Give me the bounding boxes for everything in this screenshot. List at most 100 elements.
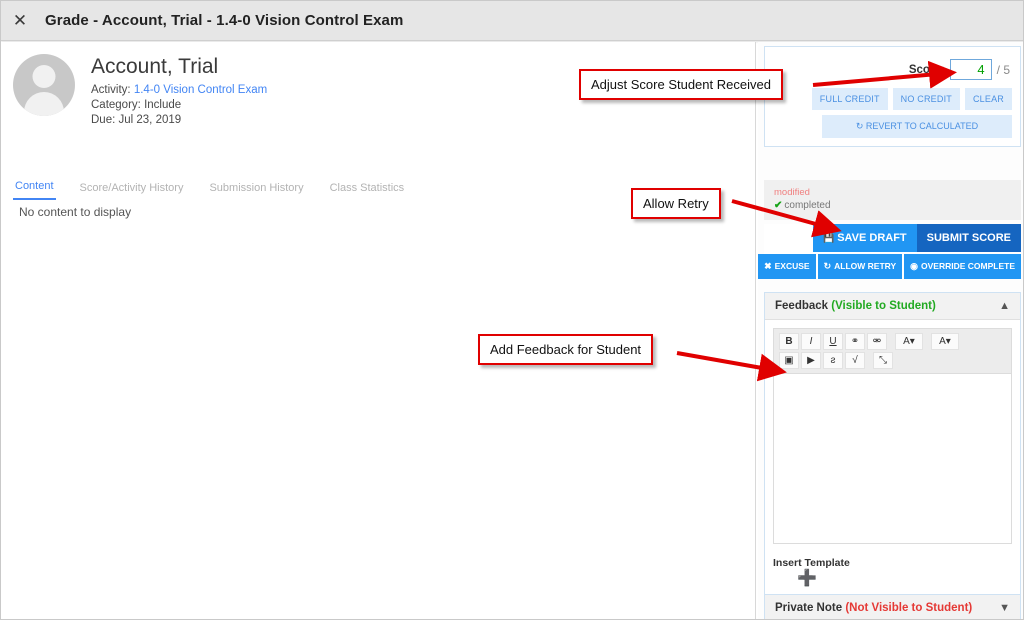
submit-score-button[interactable]: SUBMIT SCORE [916,224,1021,252]
tab-class-statistics[interactable]: Class Statistics [328,180,407,200]
toolbar-divider [889,333,893,350]
underline-glyph: U [829,335,837,347]
activity-link[interactable]: 1.4-0 Vision Control Exam [134,84,267,96]
image-glyph: ▣ [784,354,794,366]
feedback-visibility-badge: (Visible to Student) [831,300,936,312]
italic-glyph: I [809,335,813,347]
tab-score-activity-history[interactable]: Score/Activity History [78,180,186,200]
score-row: Score: / 5 [773,55,1012,88]
unlink-icon[interactable]: ⚮ [867,333,887,350]
due-label: Due: [91,114,116,127]
category-value: Include [144,99,182,112]
annotation-add-feedback: Add Feedback for Student [478,334,654,365]
refresh-icon: ↻ [855,121,864,131]
insert-image-icon[interactable]: ▣ [779,352,799,369]
tab-content[interactable]: Content [13,178,56,200]
category-row: Category: Include [91,98,267,113]
annotation-allow-retry: Allow Retry [631,188,721,219]
mic-glyph: ƨ [830,354,836,366]
score-card: Score: / 5 FULL CREDIT NO CREDIT CLEAR ↻… [764,46,1021,147]
tab-bar: Content Score/Activity History Submissio… [13,178,406,200]
override-complete-label: OVERRIDE COMPLETE [921,261,1015,271]
override-complete-button[interactable]: ◉ OVERRIDE COMPLETE [904,254,1021,279]
plus-icon[interactable]: ➕ [765,571,1020,596]
revert-row: ↻ REVERT TO CALCULATED [773,115,1012,146]
category-label: Category: [91,99,141,112]
clear-button[interactable]: CLEAR [964,88,1012,110]
feedback-title: Feedback (Visible to Student) [775,300,936,312]
insert-template-label: Insert Template [773,557,850,569]
save-draft-label: SAVE DRAFT [837,232,907,244]
allow-retry-button[interactable]: ↻ ALLOW RETRY [817,254,903,279]
bold-icon[interactable]: B [779,333,799,350]
status-badge-completed: ✔ completed [774,199,1011,213]
no-credit-button[interactable]: NO CREDIT [892,88,960,110]
student-info: Account, Trial Activity: 1.4-0 Vision Co… [91,54,267,128]
check-icon: ✔ [774,200,783,211]
grade-dialog: ✕ Grade - Account, Trial - 1.4-0 Vision … [0,0,1024,620]
window-titlebar: ✕ Grade - Account, Trial - 1.4-0 Vision … [1,1,1023,41]
editor-toolbar-row-2: ▣ ▶ ƨ √ ⤡ [779,352,1006,369]
toolbar-divider-2 [925,333,929,350]
completed-label: completed [784,200,831,211]
link-glyph: ⚭ [850,335,860,347]
highlight-color-icon[interactable]: A▾ [931,333,959,350]
fullscreen-icon[interactable]: ⤡ [873,352,893,369]
excuse-label: EXCUSE [774,261,810,271]
student-header: Account, Trial Activity: 1.4-0 Vision Co… [13,54,267,128]
action-buttons: 💾 SAVE DRAFT SUBMIT SCORE ✖ EXCUSE ↻ ALLOW … [758,224,1021,279]
link-icon[interactable]: ⚭ [845,333,865,350]
feedback-section: Feedback (Visible to Student) ▲ B I U ⚭ … [764,292,1021,597]
editor-toolbar-row-1: B I U ⚭ ⚮ A▾ A▾ [779,333,1006,350]
activity-row: Activity: 1.4-0 Vision Control Exam [91,83,267,98]
revert-to-calculated-button[interactable]: ↻ REVERT TO CALCULATED [822,115,1012,138]
window-title: Grade - Account, Trial - 1.4-0 Vision Co… [45,12,404,29]
primary-actions-row: 💾 SAVE DRAFT SUBMIT SCORE [764,224,1021,252]
editor-toolbar: B I U ⚭ ⚮ A▾ A▾ ▣ ▶ ƨ √ ⤡ [773,328,1012,374]
x-mark-icon: ✖ [764,261,772,271]
tab-submission-history[interactable]: Submission History [207,180,305,200]
due-value: Jul 23, 2019 [118,114,182,127]
private-note-visibility-badge: (Not Visible to Student) [845,602,973,614]
excuse-button[interactable]: ✖ EXCUSE [758,254,816,279]
grading-sidebar: Score: / 5 FULL CREDIT NO CREDIT CLEAR ↻… [758,42,1023,619]
private-note-header[interactable]: Private Note (Not Visible to Student) ▼ [765,595,1020,619]
secondary-actions-row: ✖ EXCUSE ↻ ALLOW RETRY ◉ OVERRIDE COMPLETE [758,254,1021,279]
score-max-label: / 5 [996,62,1010,77]
private-note-section: Private Note (Not Visible to Student) ▼ [764,594,1021,619]
close-icon[interactable]: ✕ [1,1,39,41]
private-note-title: Private Note (Not Visible to Student) [775,602,972,614]
avatar-head-shape [32,65,56,88]
floppy-disk-icon: 💾 [822,233,835,243]
credit-buttons-row: FULL CREDIT NO CREDIT CLEAR [773,88,1012,115]
status-box: modified ✔ completed [764,180,1021,220]
fullscreen-glyph: ⤡ [879,354,887,366]
chevron-down-icon[interactable]: ▼ [999,602,1010,614]
chevron-up-icon[interactable]: ▲ [999,300,1010,312]
content-pane: Account, Trial Activity: 1.4-0 Vision Co… [1,42,756,619]
feedback-textarea[interactable] [773,374,1012,544]
status-badge-modified: modified [774,187,810,198]
text-color-icon[interactable]: A▾ [895,333,923,350]
insert-video-icon[interactable]: ▶ [801,352,821,369]
full-credit-button[interactable]: FULL CREDIT [811,88,888,110]
feedback-section-header[interactable]: Feedback (Visible to Student) ▲ [765,293,1020,320]
score-input[interactable] [949,59,992,80]
save-draft-button[interactable]: 💾 SAVE DRAFT [812,224,917,252]
underline-icon[interactable]: U [823,333,843,350]
activity-label: Activity: [91,84,131,97]
math-equation-icon[interactable]: √ [845,352,865,369]
toolbar-divider-3 [867,352,871,369]
allow-retry-label: ALLOW RETRY [834,261,897,271]
highlight-color-glyph: A▾ [939,335,951,347]
italic-icon[interactable]: I [801,333,821,350]
due-row: Due: Jul 23, 2019 [91,113,267,128]
private-note-title-text: Private Note [775,602,843,614]
refresh-icon: ↻ [823,261,832,271]
score-label: Score: [908,63,945,76]
revert-label: REVERT TO CALCULATED [865,121,979,131]
avatar [13,54,75,116]
microphone-icon[interactable]: ƨ [823,352,843,369]
annotation-adjust-score: Adjust Score Student Received [579,69,783,100]
page-title: Account, Trial [91,55,219,78]
